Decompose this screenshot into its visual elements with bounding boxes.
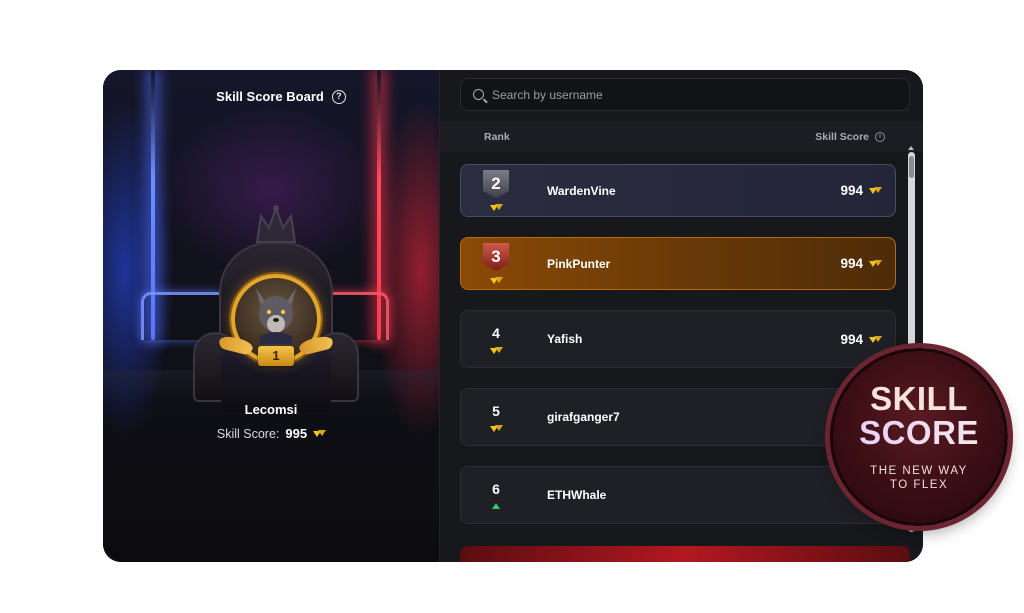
promo-sticker: SKILL SCORE THE NEW WAY TO FLEX (830, 348, 1008, 526)
search-input[interactable] (492, 87, 872, 102)
ranking-list: 2 WardenVine 994 3 PinkPunter 994 4 Yafi… (460, 164, 896, 544)
panel-title: Skill Score Board (216, 89, 324, 104)
username: PinkPunter (547, 256, 611, 271)
table-row[interactable]: 2 WardenVine 994 (460, 164, 896, 217)
trend-up-icon (492, 503, 500, 509)
score-column-header: Skill Score i (815, 131, 885, 143)
skill-score-value: 994 (840, 256, 863, 271)
skill-score: 994 (840, 183, 882, 198)
skill-score: 994 (840, 256, 882, 271)
table-row[interactable]: 3 PinkPunter 994 (460, 237, 896, 290)
username: WardenVine (547, 183, 616, 198)
table-row[interactable]: 6 ETHWhale (460, 466, 896, 524)
column-header: Rank Skill Score i (440, 122, 923, 152)
rank-cell: 4 (461, 325, 531, 354)
bronze-rank-badge-icon: 3 (483, 243, 509, 271)
panel-title-row: Skill Score Board ? (103, 89, 439, 104)
stage: Skill Score Board ? 1 Lecomsi Skill Scor… (0, 0, 1024, 613)
rank-number: 5 (492, 402, 500, 419)
rank-number: 3 (491, 247, 501, 266)
champion-rank-plate: 1 (258, 346, 294, 366)
username: Yafish (547, 332, 583, 346)
skill-score-value: 994 (840, 331, 863, 347)
username: girafganger7 (547, 410, 620, 424)
silver-rank-badge-icon: 2 (483, 170, 509, 198)
score-token-icon (869, 260, 882, 267)
score-token-icon (490, 277, 503, 284)
promo-tagline-2: TO FLEX (889, 479, 949, 491)
crown-icon (255, 204, 297, 243)
rank-cell: 6 (461, 481, 531, 509)
skill-score: 994 (840, 331, 882, 347)
scroll-up-arrow-icon[interactable] (908, 146, 914, 150)
rank-cell: 3 (461, 243, 531, 284)
promo-line-skill: SKILL (870, 380, 968, 417)
scrollbar-thumb[interactable] (909, 156, 914, 178)
score-token-icon (869, 335, 882, 343)
promo-tagline-1: THE NEW WAY (870, 465, 968, 477)
help-icon[interactable]: ? (331, 89, 346, 104)
skill-score-value: 994 (840, 183, 863, 198)
score-column-label: Skill Score (815, 131, 869, 143)
champion-name: Lecomsi (244, 402, 298, 417)
score-token-icon (869, 187, 882, 194)
champion-panel: Skill Score Board ? 1 Lecomsi Skill Scor… (103, 70, 439, 562)
username: ETHWhale (547, 488, 607, 502)
rank-number: 2 (491, 174, 501, 193)
score-token-icon (313, 430, 327, 437)
search-box (460, 78, 910, 111)
promo-line-score: SCORE (859, 414, 979, 451)
throne-illustration: 1 (191, 202, 361, 430)
wolf-avatar (256, 288, 296, 344)
score-token-icon (490, 204, 503, 211)
score-token-icon (490, 424, 503, 432)
search-icon (473, 89, 484, 100)
rank-cell: 2 (461, 170, 531, 211)
info-icon[interactable]: i (875, 132, 885, 142)
score-token-icon (490, 346, 503, 354)
rank-column-header: Rank (484, 131, 510, 143)
rank-number: 6 (492, 481, 500, 497)
leaderboard-card: Skill Score Board ? 1 Lecomsi Skill Scor… (103, 70, 923, 562)
champion-score-label: Skill Score: (216, 426, 280, 441)
rank-number: 4 (492, 324, 500, 341)
table-row[interactable]: 4 Yafish 994 (460, 310, 896, 368)
rank-cell: 5 (461, 403, 531, 432)
bottom-action-bar[interactable] (460, 546, 910, 562)
champion-score-row: Skill Score: 995 (103, 426, 439, 441)
champion-score-value: 995 (285, 426, 308, 441)
